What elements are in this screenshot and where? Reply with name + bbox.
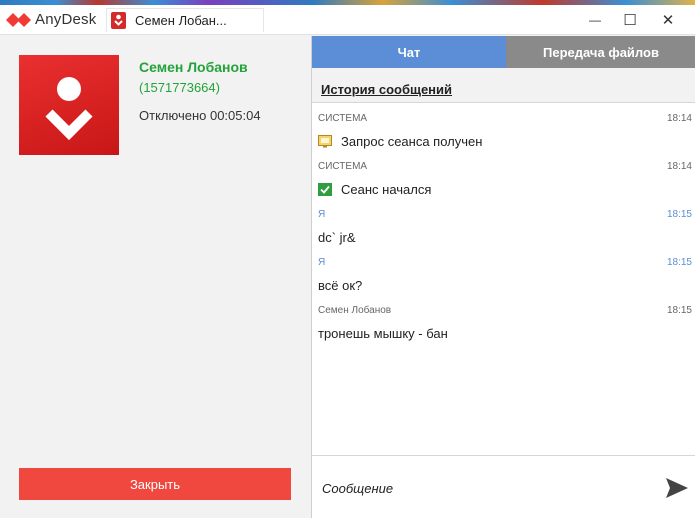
message-text: Сеанс начался [341, 182, 432, 197]
message-sender: Я [318, 257, 326, 268]
tab-chat[interactable]: Чат [312, 36, 506, 68]
chat-panel: Чат Передача файлов История сообщений СИ… [311, 36, 695, 518]
peer-id: (1571773664) [139, 80, 220, 95]
minimize-button[interactable]: — [575, 5, 615, 35]
message-item: Я 18:15 всё ок? [318, 257, 692, 294]
message-text: всё ок? [318, 278, 363, 293]
close-session-button[interactable]: Закрыть [19, 468, 291, 500]
close-icon: ✕ [661, 12, 675, 29]
session-tab-icon [111, 12, 126, 29]
avatar [19, 55, 119, 155]
message-time: 18:15 [666, 209, 692, 220]
message-sender: Я [318, 209, 326, 220]
anydesk-user-icon [45, 77, 93, 141]
peer-name: Семен Лобанов [139, 59, 248, 75]
session-tab[interactable]: Семен Лобан... [106, 8, 264, 32]
session-tab-label: Семен Лобан... [135, 13, 227, 28]
message-item: СИСТЕМА 18:14 Запрос сеанса получен [318, 113, 692, 150]
message-item: Я 18:15 dc` jr& [318, 209, 692, 246]
window-close-button[interactable]: ✕ [648, 5, 688, 35]
session-request-icon [318, 135, 332, 148]
title-bar: AnyDesk Семен Лобан... — ☐ ✕ [0, 5, 695, 35]
message-text: тронешь мышку - бан [318, 326, 448, 341]
maximize-icon: ☐ [623, 12, 637, 29]
session-info-panel: Семен Лобанов (1571773664) Отключено 00:… [0, 36, 311, 518]
message-history-header: История сообщений [312, 68, 695, 103]
message-text: Запрос сеанса получен [341, 134, 483, 149]
minimize-icon: — [589, 13, 601, 27]
message-time: 18:14 [666, 161, 692, 172]
message-time: 18:14 [666, 113, 692, 124]
anydesk-logo-icon [6, 13, 31, 27]
panel-tabs: Чат Передача файлов [312, 36, 695, 68]
message-item: СИСТЕМА 18:14 Сеанс начался [318, 161, 692, 198]
message-input[interactable] [322, 476, 642, 500]
maximize-button[interactable]: ☐ [610, 5, 650, 35]
send-icon[interactable] [664, 476, 690, 500]
message-item: Семен Лобанов 18:15 тронешь мышку - бан [318, 305, 692, 342]
message-text: dc` jr& [318, 230, 356, 245]
message-time: 18:15 [666, 257, 692, 268]
message-sender: СИСТЕМА [318, 161, 368, 172]
tab-file-transfer[interactable]: Передача файлов [506, 36, 695, 68]
session-status: Отключено 00:05:04 [139, 108, 261, 123]
message-sender: СИСТЕМА [318, 113, 368, 124]
session-started-check-icon [318, 183, 332, 196]
app-name: AnyDesk [35, 11, 97, 28]
message-sender: Семен Лобанов [318, 305, 392, 316]
message-time: 18:15 [666, 305, 692, 316]
message-composer [312, 455, 695, 518]
message-history-link[interactable]: История сообщений [321, 82, 452, 97]
